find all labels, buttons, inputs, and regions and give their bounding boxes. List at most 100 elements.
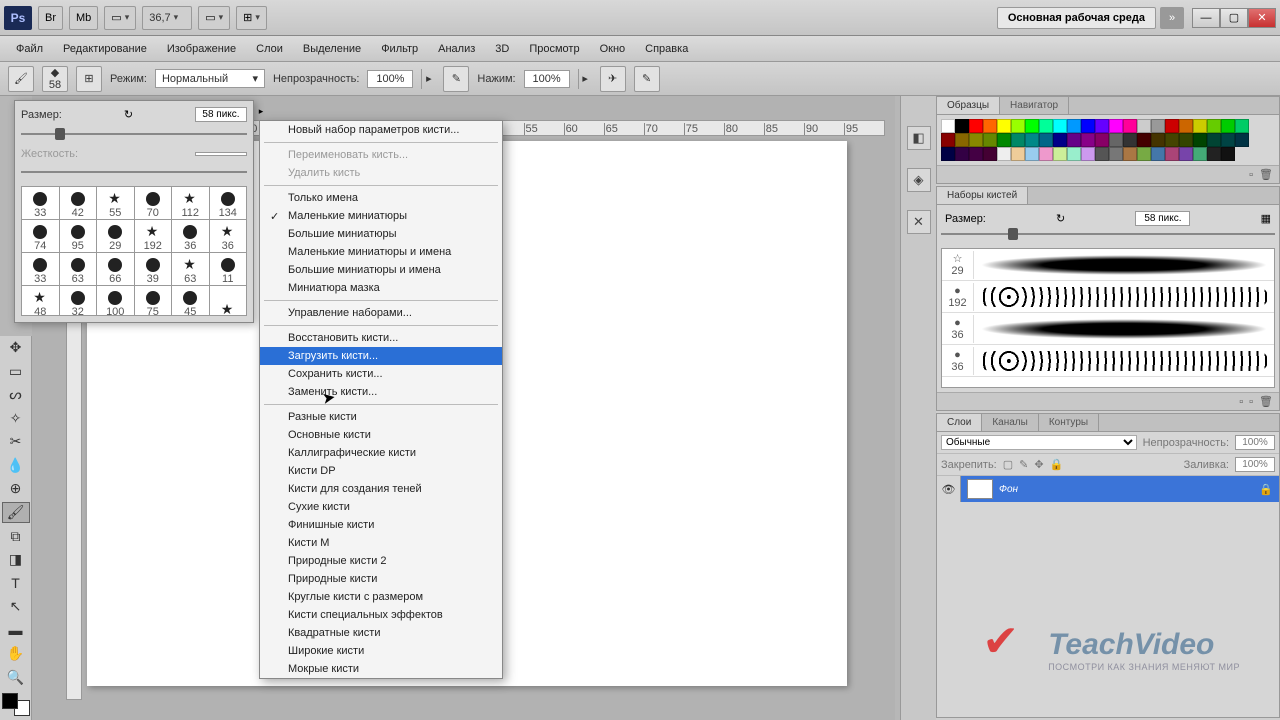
brush-size-value[interactable]: 58 пикс. [195, 107, 247, 122]
bridge-button[interactable]: Br [38, 6, 63, 30]
brush-preset-item[interactable]: ●192 [942, 281, 1274, 313]
swatch[interactable] [1095, 147, 1109, 161]
trash-icon[interactable]: 🗑 [1259, 168, 1273, 181]
menu-Справка[interactable]: Справка [635, 39, 698, 59]
brush-thumb[interactable]: 45 [172, 286, 209, 316]
layer-row[interactable]: 👁 Фон 🔒 [937, 476, 1279, 502]
swatch[interactable] [941, 133, 955, 147]
swatch[interactable] [1025, 133, 1039, 147]
swatch[interactable] [1179, 147, 1193, 161]
zoom-dropdown[interactable]: 36,7 [142, 6, 192, 30]
brush-tool-icon[interactable]: 🖌 [8, 66, 34, 92]
swatch[interactable] [1109, 119, 1123, 133]
swatch[interactable] [1039, 119, 1053, 133]
stamp-tool[interactable]: ⧉ [2, 525, 30, 547]
swatch[interactable] [1067, 147, 1081, 161]
arrange-dropdown[interactable]: ▭ [104, 6, 136, 30]
layer-name[interactable]: Фон [999, 484, 1259, 495]
ctx-item[interactable]: Новый набор параметров кисти... [260, 121, 502, 139]
brush-thumbnails-grid[interactable]: 3342557011213474952919236363363663963114… [21, 186, 247, 316]
brush-preset-picker[interactable]: ◆58 [42, 66, 68, 92]
swatch[interactable] [1179, 133, 1193, 147]
crop-tool[interactable]: ✂ [2, 431, 30, 453]
brush-thumb[interactable]: 95 [60, 220, 97, 252]
swatch[interactable] [1053, 133, 1067, 147]
eraser-tool[interactable]: ◨ [2, 549, 30, 571]
swatch[interactable] [983, 133, 997, 147]
ctx-item[interactable]: Основные кисти [260, 426, 502, 444]
brush-thumb[interactable]: 134 [210, 187, 247, 219]
hand-tool[interactable]: ✋ [2, 643, 30, 665]
swatch[interactable] [1025, 119, 1039, 133]
swatch[interactable] [1095, 133, 1109, 147]
swatch[interactable] [1109, 147, 1123, 161]
swatch[interactable] [983, 119, 997, 133]
preset-toggle-icon[interactable]: ▦ [1261, 212, 1271, 225]
blend-mode-select[interactable]: Нормальный▾ [155, 69, 265, 88]
lock-move-icon[interactable]: ✥ [1034, 458, 1043, 471]
swatch[interactable] [1081, 119, 1095, 133]
brush-thumb[interactable]: 66 [97, 253, 134, 285]
swatch[interactable] [1137, 133, 1151, 147]
swatch[interactable] [1053, 147, 1067, 161]
menu-3D[interactable]: 3D [485, 39, 519, 59]
brush-preset-item[interactable]: ●36 [942, 313, 1274, 345]
swatch[interactable] [1165, 119, 1179, 133]
ctx-item[interactable]: Только имена [260, 189, 502, 207]
new-brush-icon[interactable]: ▫ [1239, 396, 1243, 408]
swatch[interactable] [997, 133, 1011, 147]
brush-thumb[interactable]: 70 [135, 187, 172, 219]
eyedropper-tool[interactable]: 💧 [2, 455, 30, 477]
swatch[interactable] [955, 147, 969, 161]
pressure-opacity-toggle[interactable]: ✎ [443, 66, 469, 92]
brush-thumb[interactable]: 75 [135, 286, 172, 316]
swatch[interactable] [1067, 133, 1081, 147]
swatch[interactable] [1011, 133, 1025, 147]
flow-arrow[interactable]: ▸ [578, 69, 592, 89]
workspace-expand[interactable]: » [1160, 7, 1184, 29]
brush-thumb[interactable]: 36 [210, 220, 247, 252]
size-reset-icon[interactable]: ↻ [124, 108, 133, 121]
brush-thumb[interactable]: 36 [172, 220, 209, 252]
shape-tool[interactable]: ▬ [2, 619, 30, 641]
ctx-item[interactable]: Маленькие миниатюры [260, 207, 502, 225]
swatch[interactable] [1067, 119, 1081, 133]
swatch[interactable] [1123, 147, 1137, 161]
menu-Слои[interactable]: Слои [246, 39, 293, 59]
minimize-button[interactable]: — [1192, 8, 1220, 28]
swatch[interactable] [1137, 147, 1151, 161]
lock-brush-icon[interactable]: ✎ [1019, 458, 1028, 471]
swatch[interactable] [1179, 119, 1193, 133]
marquee-tool[interactable]: ▭ [2, 361, 30, 383]
swatch[interactable] [1123, 133, 1137, 147]
ctx-item[interactable]: Управление наборами... [260, 304, 502, 322]
healing-tool[interactable]: ⊕ [2, 478, 30, 500]
swatch[interactable] [997, 119, 1011, 133]
swatch[interactable] [941, 147, 955, 161]
swatch[interactable] [1011, 119, 1025, 133]
brush-thumb[interactable]: 42 [60, 187, 97, 219]
tab-channels[interactable]: Каналы [982, 414, 1039, 431]
ctx-item[interactable]: Маленькие миниатюры и имена [260, 243, 502, 261]
brush-thumb[interactable]: 63 [172, 253, 209, 285]
tab-paths[interactable]: Контуры [1039, 414, 1099, 431]
ctx-item[interactable]: Большие миниатюры [260, 225, 502, 243]
color-swatches[interactable] [2, 693, 30, 716]
swatch[interactable] [969, 119, 983, 133]
swatch[interactable] [1081, 147, 1095, 161]
brush-panel-toggle[interactable]: ⊞ [76, 66, 102, 92]
swatch[interactable] [1165, 133, 1179, 147]
swatch[interactable] [1165, 147, 1179, 161]
type-tool[interactable]: T [2, 572, 30, 594]
swatch[interactable] [1193, 147, 1207, 161]
flow-input[interactable]: 100% [524, 70, 570, 88]
tab-brush-presets[interactable]: Наборы кистей [937, 187, 1028, 204]
swatch[interactable] [1221, 119, 1235, 133]
ctx-item[interactable]: Круглые кисти с размером [260, 588, 502, 606]
ctx-item[interactable]: Природные кисти [260, 570, 502, 588]
ctx-item[interactable]: Сухие кисти [260, 498, 502, 516]
opacity-arrow[interactable]: ▸ [421, 69, 435, 89]
swatch[interactable] [997, 147, 1011, 161]
close-button[interactable]: ✕ [1248, 8, 1276, 28]
swatch[interactable] [1123, 119, 1137, 133]
